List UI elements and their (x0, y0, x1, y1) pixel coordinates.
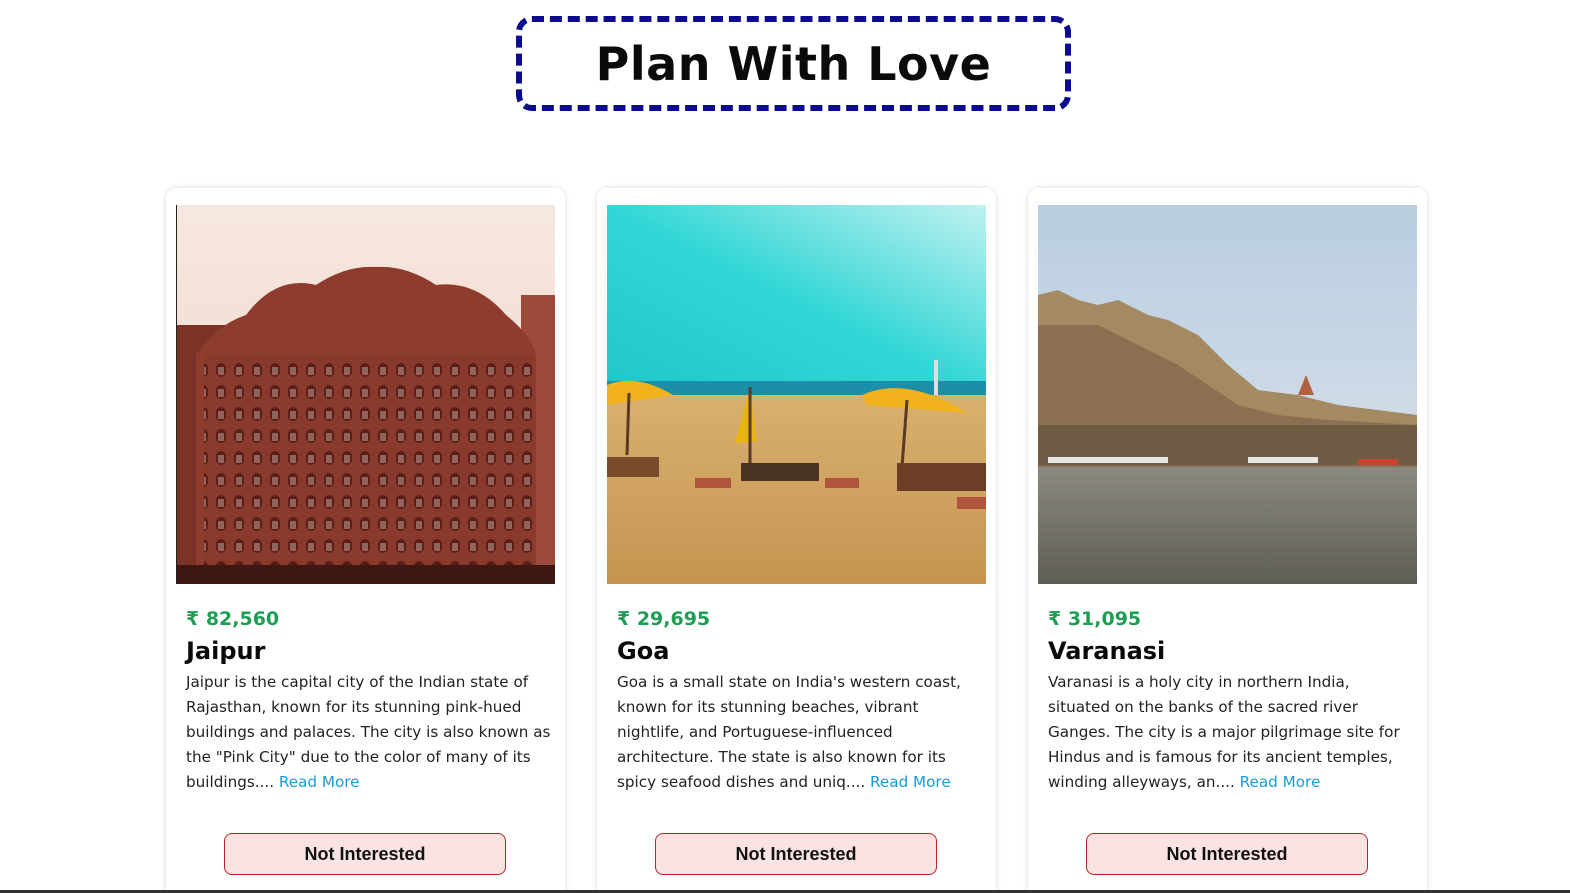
title-box: Plan With Love (516, 16, 1071, 111)
not-interested-button[interactable]: Not Interested (1086, 833, 1368, 875)
goa-beach-photo (607, 205, 986, 584)
page: Plan With Love ₹ 82,560 Jaipur Jaipur is… (0, 0, 1570, 893)
tour-price: ₹ 82,560 (186, 608, 280, 630)
tour-description: Varanasi is a holy city in northern Indi… (1048, 670, 1413, 795)
not-interested-button[interactable]: Not Interested (655, 833, 937, 875)
tour-name: Varanasi (1048, 637, 1166, 665)
tour-price: ₹ 31,095 (1048, 608, 1142, 630)
read-more-link[interactable]: Read More (870, 773, 951, 791)
tour-description: Goa is a small state on India's western … (617, 670, 982, 795)
read-more-link[interactable]: Read More (279, 773, 360, 791)
page-title: Plan With Love (595, 36, 992, 91)
tour-description: Jaipur is the capital city of the Indian… (186, 670, 551, 795)
tour-card: ₹ 29,695 Goa Goa is a small state on Ind… (597, 188, 996, 893)
not-interested-button[interactable]: Not Interested (224, 833, 506, 875)
tour-price: ₹ 29,695 (617, 608, 711, 630)
read-more-link[interactable]: Read More (1240, 773, 1321, 791)
jaipur-palace-photo (176, 205, 555, 584)
tour-name: Goa (617, 637, 670, 665)
varanasi-ghats-photo (1038, 205, 1417, 584)
tour-name: Jaipur (186, 637, 266, 665)
tour-description-text: Varanasi is a holy city in northern Indi… (1048, 673, 1400, 791)
tour-card: ₹ 31,095 Varanasi Varanasi is a holy cit… (1028, 188, 1427, 893)
tour-card: ₹ 82,560 Jaipur Jaipur is the capital ci… (166, 188, 565, 893)
tour-cards: ₹ 82,560 Jaipur Jaipur is the capital ci… (166, 188, 1428, 893)
tour-description-text: Jaipur is the capital city of the Indian… (186, 673, 551, 791)
